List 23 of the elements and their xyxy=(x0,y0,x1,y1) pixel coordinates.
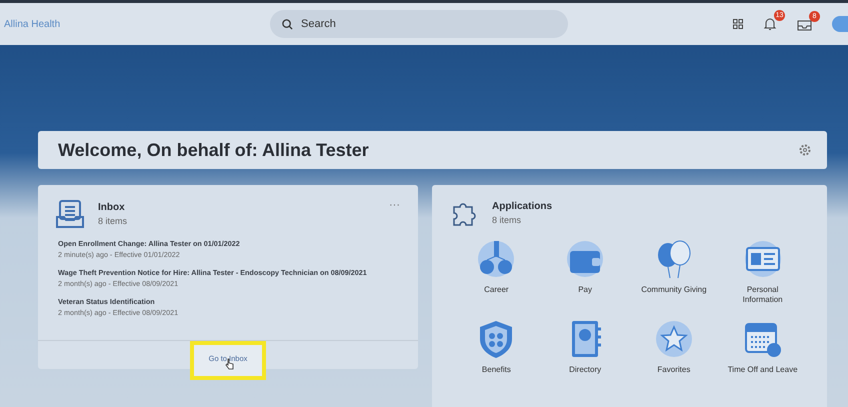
app-label[interactable]: Directory xyxy=(550,365,620,375)
app-label[interactable]: Personal Information xyxy=(728,285,798,305)
search-field[interactable]: Search xyxy=(270,10,568,38)
applications-count: 8 items xyxy=(492,215,522,225)
apps-grid-icon[interactable] xyxy=(733,19,743,29)
welcome-title: Welcome, On behalf of: Allina Tester xyxy=(58,140,369,160)
app-label[interactable]: Community Giving xyxy=(638,285,709,295)
app-label[interactable]: Favorites xyxy=(638,365,709,375)
app-label[interactable]: Career xyxy=(461,285,532,295)
bell-icon[interactable] xyxy=(763,17,777,31)
wallet-icon xyxy=(565,239,606,279)
app-label[interactable]: Pay xyxy=(550,285,620,295)
career-icon xyxy=(476,239,516,279)
inbox-item-count: 8 items xyxy=(98,216,128,226)
inbox-title: Inbox xyxy=(98,202,126,213)
inbox-tray-icon xyxy=(56,199,84,229)
app-label[interactable]: Time Off and Leave xyxy=(728,365,798,375)
id-card-icon xyxy=(742,239,783,279)
applications-title: Applications xyxy=(492,201,552,212)
inbox-icon[interactable] xyxy=(797,18,812,30)
settings-icon[interactable] xyxy=(799,144,811,156)
app-label[interactable]: Benefits xyxy=(461,365,532,375)
search-icon xyxy=(282,18,293,30)
